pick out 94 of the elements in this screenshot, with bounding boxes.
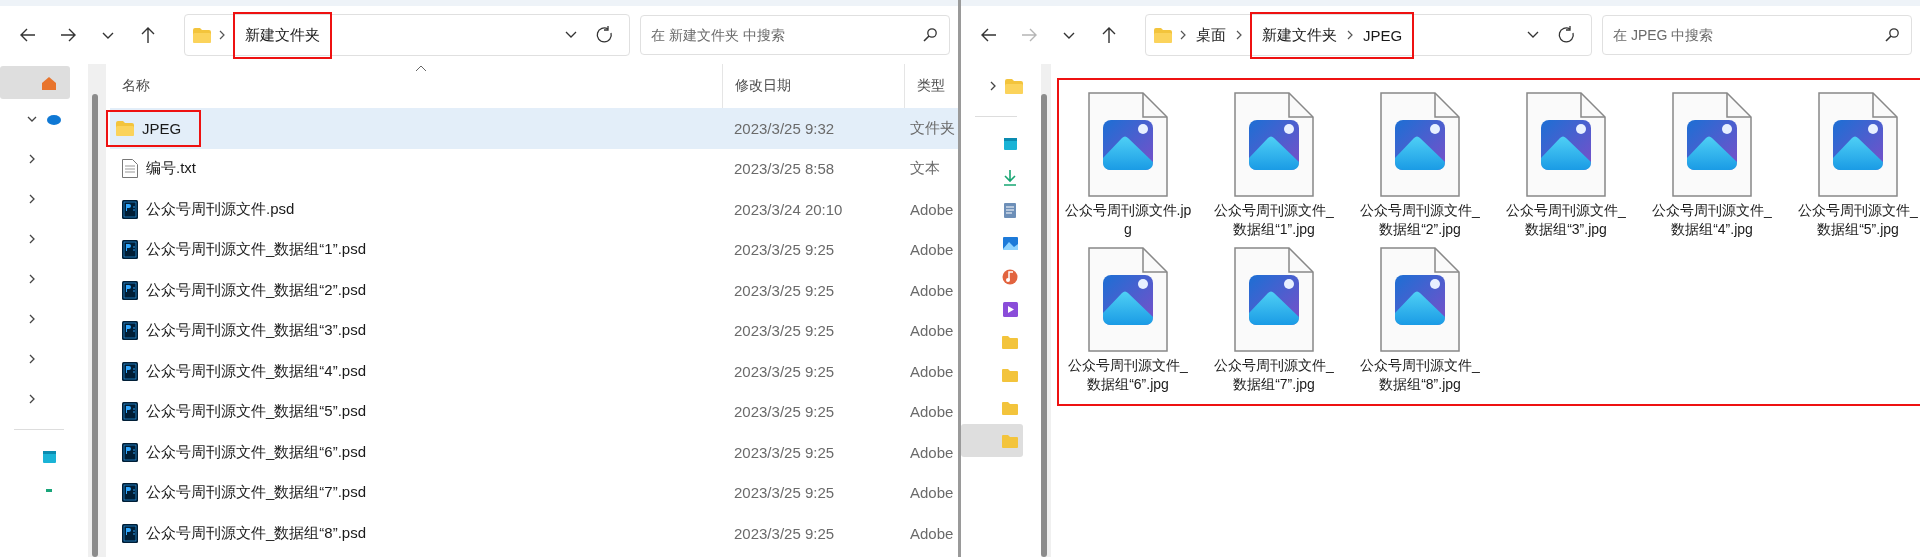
file-row[interactable]: 公众号周刊源文件_数据组“5”.psd 2023/3/25 9:25 Adobe (110, 391, 958, 432)
chevron-icon (219, 30, 225, 40)
chevron-icon (1236, 30, 1242, 40)
modified-date: 2023/3/25 9:25 (734, 403, 835, 421)
photoshop-file-icon (122, 240, 138, 260)
file-row[interactable]: 公众号周刊源文件_数据组“2”.psd 2023/3/25 9:25 Adobe (110, 270, 958, 311)
file-row[interactable]: 公众号周刊源文件.psd 2023/3/24 20:10 Adobe (110, 189, 958, 230)
file-name: 编号.txt (146, 159, 196, 179)
address-bar[interactable]: 新建文件夹 (184, 14, 630, 56)
file-name[interactable]: 公众号周刊源文件_数据组“2”.jpg (1355, 201, 1485, 239)
photoshop-file-icon (122, 280, 138, 300)
folder-icon (116, 120, 134, 136)
file-name[interactable]: 公众号周刊源文件.jpg (1063, 201, 1193, 239)
image-file-icon (1526, 92, 1606, 197)
file-name: 公众号周刊源文件_数据组“3”.psd (146, 321, 367, 341)
search-field[interactable]: 在 新建文件夹 中搜索 (640, 15, 950, 55)
file-row[interactable]: 公众号周刊源文件_数据组“8”.psd 2023/3/25 9:25 Adobe (110, 513, 958, 554)
modified-date: 2023/3/25 9:25 (734, 443, 835, 461)
video-icon[interactable] (1001, 299, 1019, 318)
image-file-icon (1380, 247, 1460, 352)
breadcrumb-item[interactable]: JPEG (1361, 24, 1405, 46)
file-name[interactable]: 公众号周刊源文件_数据组“7”.jpg (1209, 356, 1339, 394)
text-file-icon (122, 159, 138, 179)
folder-icon (1005, 78, 1023, 94)
document-icon[interactable] (1001, 200, 1019, 219)
search-field[interactable]: 在 JPEG 中搜索 (1602, 15, 1912, 55)
modified-date: 2023/3/25 9:32 (734, 119, 835, 137)
address-bar[interactable]: 桌面 新建文件夹 JPEG (1145, 14, 1592, 56)
modified-date: 2023/3/25 9:25 (734, 281, 835, 299)
file-type: Adobe (910, 281, 954, 299)
search-icon (922, 27, 938, 43)
file-row[interactable]: 公众号周刊源文件_数据组“3”.psd 2023/3/25 9:25 Adobe (110, 310, 958, 351)
image-file-icon (1234, 247, 1314, 352)
file-name[interactable]: 公众号周刊源文件_数据组“4”.jpg (1647, 201, 1777, 239)
file-type: Adobe (910, 241, 954, 259)
search-icon (1884, 27, 1900, 43)
sort-caret-icon (415, 64, 427, 74)
breadcrumb-item[interactable]: 桌面 (1194, 23, 1228, 47)
chevron-icon (1347, 30, 1353, 40)
file-name: 公众号周刊源文件_数据组“8”.psd (146, 523, 367, 543)
file-name[interactable]: 公众号周刊源文件_数据组“1”.jpg (1209, 201, 1339, 239)
modified-date: 2023/3/25 9:25 (734, 241, 835, 259)
file-type: 文件夹 (910, 118, 955, 136)
photoshop-file-icon (122, 442, 138, 462)
file-type: Adobe (910, 443, 954, 461)
modified-date: 2023/3/25 9:25 (734, 484, 835, 502)
modified-date: 2023/3/25 9:25 (734, 524, 835, 542)
download-icon[interactable] (1001, 167, 1019, 186)
file-row[interactable]: 公众号周刊源文件_数据组“1”.psd 2023/3/25 9:25 Adobe (110, 229, 958, 270)
file-name: 公众号周刊源文件.psd (146, 199, 295, 219)
file-name: 公众号周刊源文件_数据组“7”.psd (146, 483, 367, 503)
chevron-icon (1180, 30, 1186, 40)
image-file-icon (1088, 92, 1168, 197)
folder-icon (1154, 27, 1172, 43)
photoshop-file-icon (122, 523, 138, 543)
file-name[interactable]: 公众号周刊源文件_数据组“5”.jpg (1793, 201, 1920, 239)
file-row[interactable]: 公众号周刊源文件_数据组“6”.psd 2023/3/25 9:25 Adobe (110, 432, 958, 473)
image-file-icon (1234, 92, 1314, 197)
photoshop-file-icon (122, 199, 138, 219)
file-type: Adobe (910, 322, 954, 340)
file-type: Adobe (910, 362, 954, 380)
photoshop-file-icon (122, 321, 138, 341)
image-file-icon (1088, 247, 1168, 352)
file-name: 公众号周刊源文件_数据组“2”.psd (146, 280, 367, 300)
file-type: Adobe (910, 524, 954, 542)
modified-date: 2023/3/25 8:58 (734, 160, 835, 178)
file-name: 公众号周刊源文件_数据组“1”.psd (146, 240, 367, 260)
file-row[interactable]: 公众号周刊源文件_数据组“4”.psd 2023/3/25 9:25 Adobe (110, 351, 958, 392)
image-file-icon (1380, 92, 1460, 197)
file-type: Adobe (910, 403, 954, 421)
photoshop-file-icon (122, 402, 138, 422)
file-name[interactable]: 公众号周刊源文件_数据组“3”.jpg (1501, 201, 1631, 239)
modified-date: 2023/3/25 9:25 (734, 322, 835, 340)
file-row[interactable]: 公众号周刊源文件_数据组“7”.psd 2023/3/25 9:25 Adobe (110, 472, 958, 513)
photoshop-file-icon (122, 483, 138, 503)
breadcrumb-item[interactable]: 新建文件夹 (243, 23, 322, 47)
image-file-icon (1672, 92, 1752, 197)
file-row[interactable]: 编号.txt 2023/3/25 8:58 文本 (110, 148, 958, 189)
file-type: 文本 (910, 159, 940, 177)
file-name: 公众号周刊源文件_数据组“6”.psd (146, 442, 367, 462)
folder-icon (193, 27, 211, 43)
image-file-icon (1818, 92, 1898, 197)
file-name: 公众号周刊源文件_数据组“5”.psd (146, 402, 367, 422)
file-name[interactable]: 公众号周刊源文件_数据组“6”.jpg (1063, 356, 1193, 394)
file-name[interactable]: 公众号周刊源文件_数据组“8”.jpg (1355, 356, 1485, 394)
file-name: 公众号周刊源文件_数据组“4”.psd (146, 361, 367, 381)
file-type: Adobe (910, 200, 954, 218)
file-type: Adobe (910, 484, 954, 502)
column-header[interactable]: 名称 (110, 64, 722, 108)
file-name: JPEG (142, 119, 182, 137)
photoshop-file-icon (122, 361, 138, 381)
modified-date: 2023/3/24 20:10 (734, 200, 843, 218)
breadcrumb-item[interactable]: 新建文件夹 (1260, 23, 1339, 47)
modified-date: 2023/3/25 9:25 (734, 362, 835, 380)
